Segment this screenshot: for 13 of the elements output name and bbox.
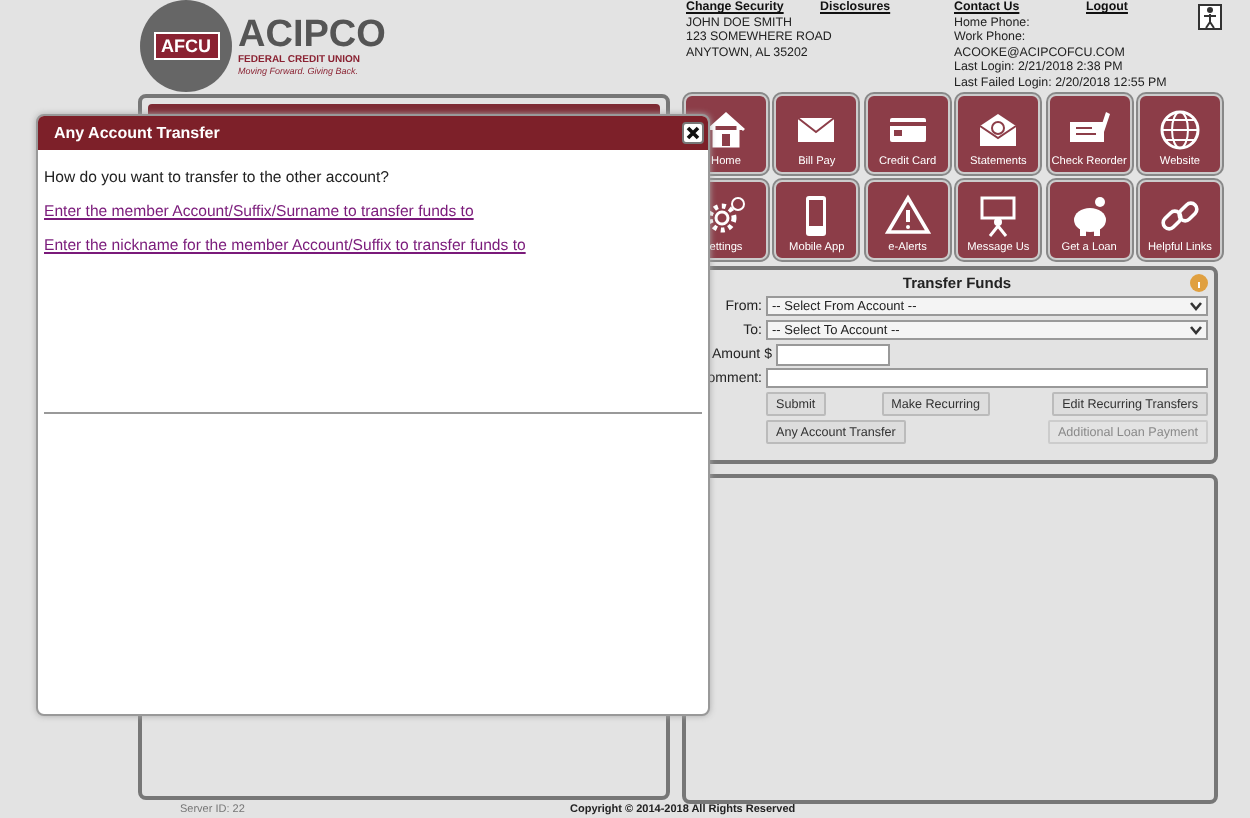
amount-field[interactable] <box>775 343 890 365</box>
caret-icon <box>1190 301 1202 311</box>
close-icon <box>686 126 700 140</box>
logo-name: ACIPCO <box>238 16 386 54</box>
comment-field[interactable] <box>766 368 1208 388</box>
logo-badge: AFCU <box>153 32 219 60</box>
close-button[interactable] <box>682 122 704 144</box>
warning-icon <box>883 192 932 240</box>
info-icon <box>1190 274 1208 292</box>
caret-icon <box>1190 325 1202 335</box>
globe-icon <box>1155 106 1204 154</box>
person-icon <box>1198 4 1222 30</box>
modal-title: Any Account Transfer <box>54 124 220 142</box>
